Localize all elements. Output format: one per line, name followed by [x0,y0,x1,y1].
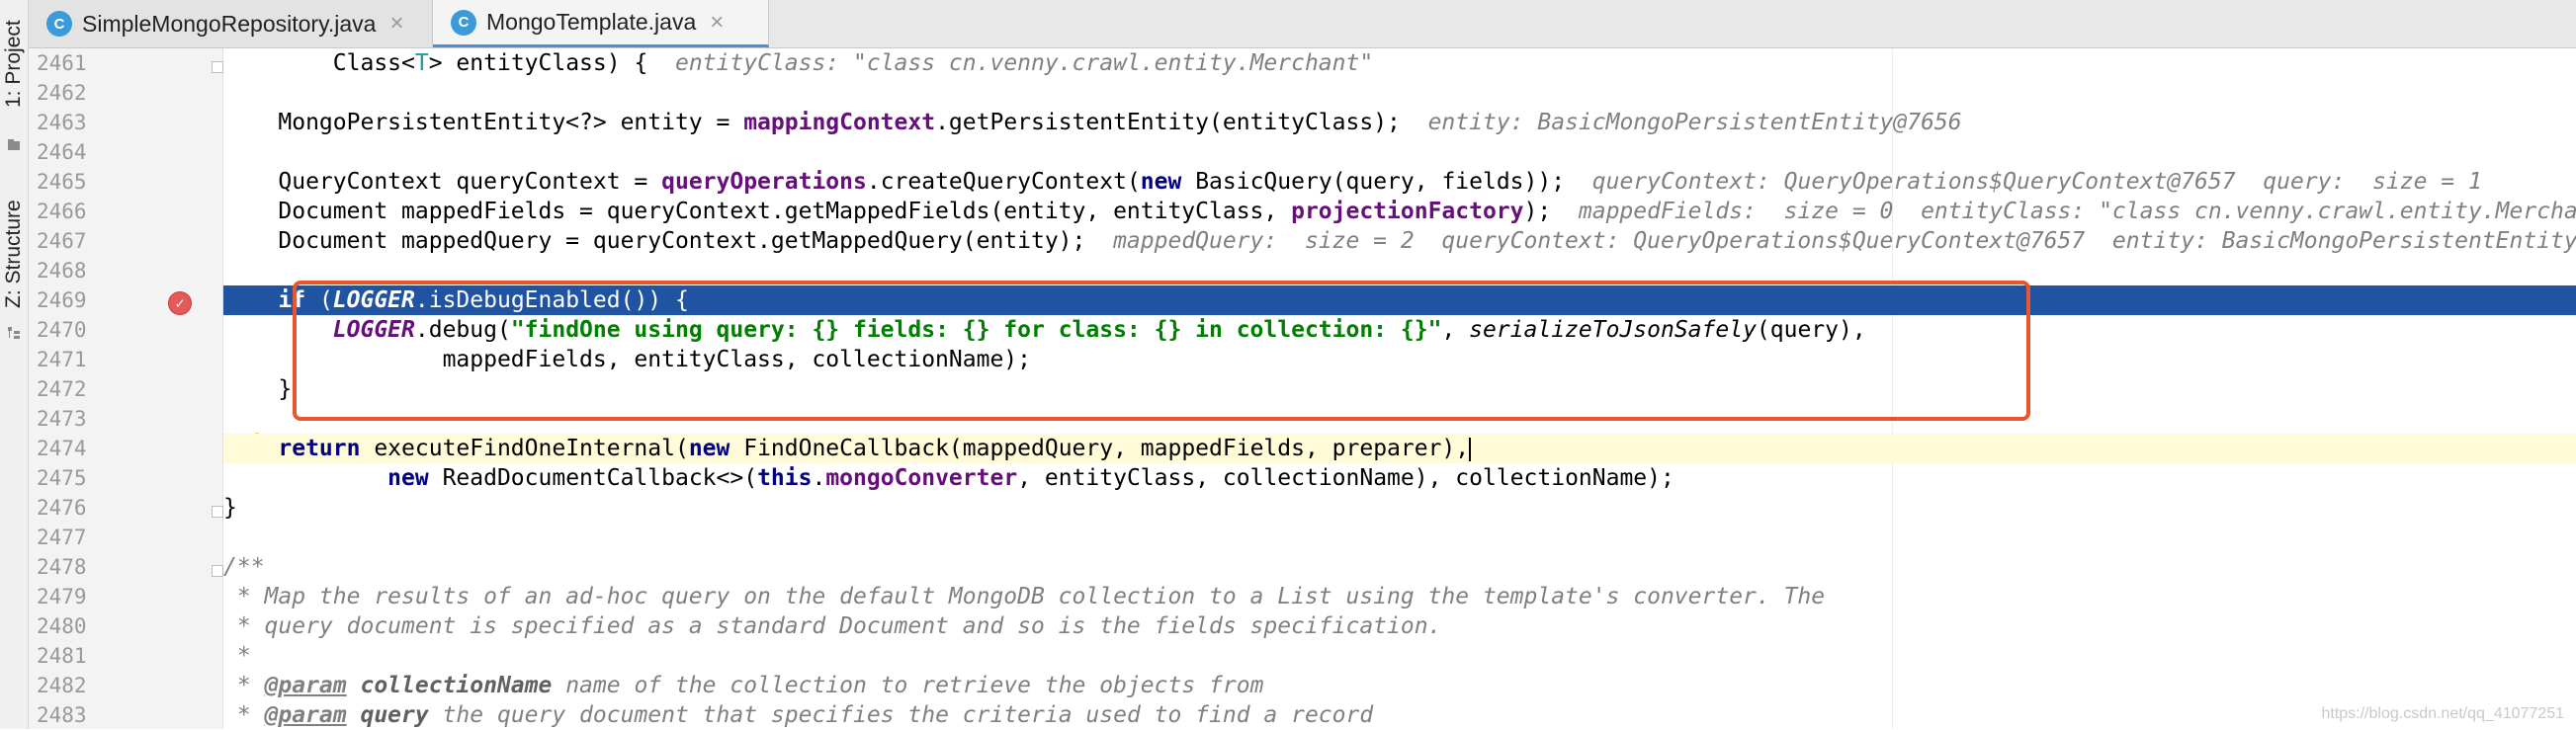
inline-debug-value: entityClass: "class cn.venny.crawl.entit… [674,50,1374,76]
code-line-2465: QueryContext queryContext = queryOperati… [278,169,2482,195]
text-caret [1469,437,1472,461]
line-number: 2476 [37,496,87,520]
tab-simple-mongo-repository[interactable]: C SimpleMongoRepository.java × [29,0,433,47]
line-number: 2473 [37,407,87,431]
code-line-2475: new ReadDocumentCallback<>(this.mongoCon… [387,465,1674,491]
breakpoint-icon[interactable]: ✓ [168,291,192,315]
code-line-2478: /** [223,554,265,580]
code-line-2461: Class<T> entityClass) { entityClass: "cl… [332,50,1374,76]
java-class-icon: C [451,9,476,36]
line-number: 2475 [37,466,87,490]
line-number: 2462 [37,81,87,105]
java-class-icon: C [46,11,72,37]
tab-mongo-template[interactable]: C MongoTemplate.java × [433,0,769,47]
line-number: 2467 [37,229,87,253]
line-number: 2483 [37,703,87,727]
fold-marker-icon[interactable] [212,506,223,518]
editor-gutter[interactable]: 2461 2462 2463 2464 2465 2466 2467 2468 2469 2470… [29,48,223,729]
line-number: 2465 [37,170,87,194]
line-number: 2472 [37,377,87,401]
code-line-2467: Document mappedQuery = queryContext.getM… [223,226,2576,256]
line-number: 2469 [37,288,87,312]
line-number: 2470 [37,318,87,342]
line-number: 2463 [37,111,87,134]
folder-icon [8,139,20,150]
inline-debug-value: mappedQuery: size = 2 queryContext: Quer… [1113,228,2576,254]
tool-window-strip: 1: Project Z: Structure [0,0,29,729]
fold-marker-icon[interactable] [212,61,223,73]
structure-tool-button[interactable]: Z: Structure [0,188,28,321]
code-line-2481: * [223,643,251,669]
watermark: https://blog.csdn.net/qq_41077251 [2321,705,2564,722]
line-number: 2478 [37,555,87,579]
line-number: 2479 [37,585,87,608]
close-icon[interactable]: × [710,9,724,37]
close-icon[interactable]: × [389,10,403,38]
tab-label: SimpleMongoRepository.java [82,10,377,37]
editor-tab-bar: C SimpleMongoRepository.java × C MongoTe… [29,0,2576,48]
code-line-2483: * @param query the query document that s… [223,702,1374,728]
line-number: 2477 [37,526,87,549]
code-line-2474-caret-line: return executeFindOneInternal(new FindOn… [223,434,2576,463]
line-number: 2461 [37,51,87,75]
tab-label: MongoTemplate.java [486,9,697,35]
inline-debug-value: mappedFields: size = 0 entityClass: "cla… [1578,199,2576,224]
fold-marker-icon[interactable] [212,565,223,577]
line-number: 2464 [37,140,87,164]
code-line-2482: * @param collectionName name of the coll… [223,673,1264,698]
code-line-2476: } [223,495,237,521]
line-number: 2482 [37,674,87,697]
inline-debug-value: entity: BasicMongoPersistentEntity@7656 [1427,110,1962,135]
line-number: 2468 [37,259,87,283]
line-number: 2471 [37,348,87,371]
line-number: 2480 [37,614,87,638]
code-line-2479: * Map the results of an ad-hoc query on … [223,584,1826,609]
code-line-2466: Document mappedFields = queryContext.get… [223,197,2576,226]
line-number: 2474 [37,437,87,460]
structure-icon [8,327,20,339]
inline-debug-value: queryContext: QueryOperations$QueryConte… [1591,169,2482,195]
line-number: 2481 [37,644,87,668]
code-line-2480: * query document is specified as a stand… [223,613,1442,639]
project-tool-button[interactable]: 1: Project [0,0,28,128]
annotation-highlight-box [293,281,2030,421]
code-line-2463: MongoPersistentEntity<?> entity = mappin… [278,110,1962,135]
line-number: 2466 [37,200,87,223]
